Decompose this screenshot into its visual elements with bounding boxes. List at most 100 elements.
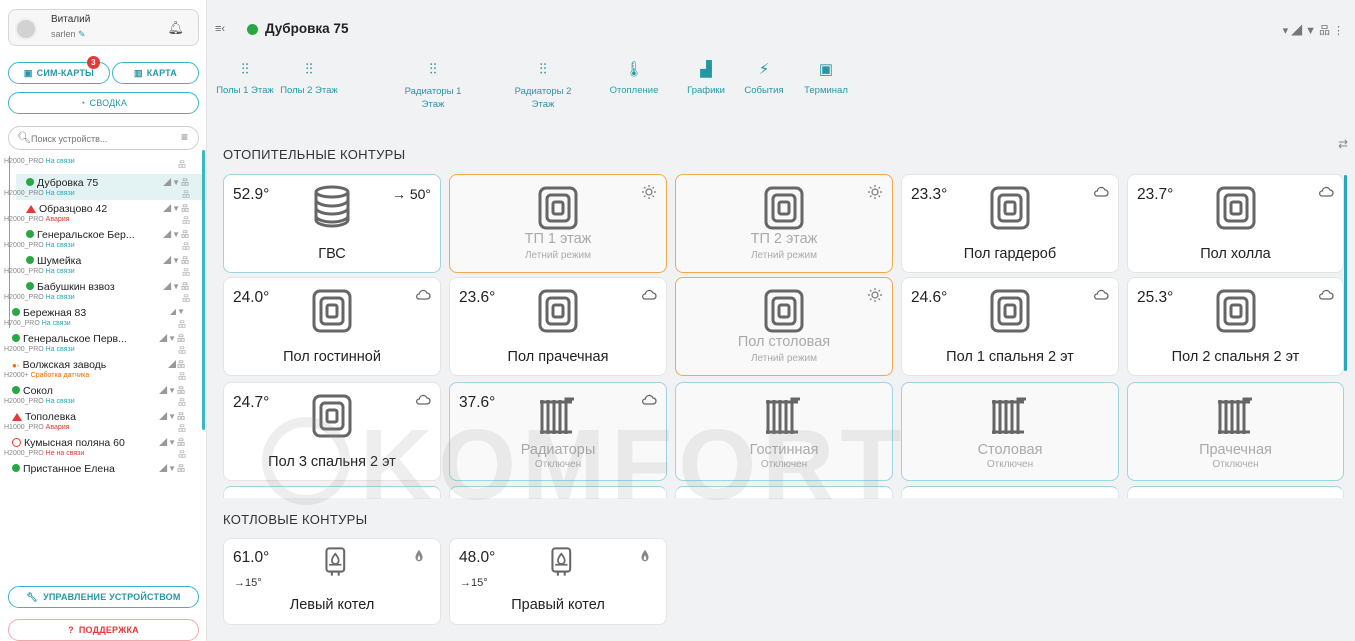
device-item[interactable]: ●◦ Волжская заводь H2000+ Сработка датчик…: [0, 356, 200, 382]
device-item[interactable]: Кумысная поляна 60 H2000_PRO Не на связи…: [0, 434, 200, 460]
water-tank-icon: [310, 184, 354, 232]
circuit-card[interactable]: Прачечная Отключен: [1127, 382, 1344, 481]
support-button[interactable]: ? ПОДДЕРЖКА: [8, 619, 199, 641]
sim-icon: 品: [182, 190, 190, 199]
sim-icon: 品: [178, 160, 186, 169]
circuit-card-tp1[interactable]: ТП 1 этаж Летний режим: [449, 174, 667, 273]
device-item[interactable]: Шумейка H2000_PRO На связи ◢▼品 品: [4, 252, 204, 278]
map-icon: ▥: [133, 67, 143, 78]
search-icon: 🔍︎: [17, 132, 31, 144]
signal-icons: ◢▼品: [163, 256, 190, 265]
circuit-title: ТП 1 этаж: [524, 231, 592, 247]
sliders-icon: ⫶⫶: [429, 61, 437, 78]
online-dot: [12, 464, 20, 472]
search-box[interactable]: 🔍︎ ≡: [8, 126, 199, 150]
signal-icons: ◢▼品: [159, 334, 186, 343]
device-item[interactable]: Генеральское Перв... H2000_PRO На связи …: [0, 330, 200, 356]
avatar: [15, 18, 37, 40]
cloud-icon: [1318, 287, 1334, 303]
circuit-temp: 23.7°: [1137, 186, 1174, 203]
boiler-temp: 48.0°: [459, 549, 496, 566]
circuit-title: ТП 2 этаж: [750, 231, 818, 247]
summary-button[interactable]: ◔ СВОДКА: [8, 92, 199, 114]
circuit-card[interactable]: 24.6° Пол 1 спальня 2 эт: [901, 277, 1119, 376]
circuit-card[interactable]: 23.6° Пол прачечная: [449, 277, 667, 376]
boiler-card-right[interactable]: 48.0° →15° Правый котел: [449, 538, 667, 625]
circuit-temp: 52.9°: [233, 186, 270, 203]
edit-icon: ✎: [78, 29, 86, 39]
tab-floors-1[interactable]: ⫶⫶ Полы 1 Этаж: [215, 60, 275, 96]
search-input[interactable]: [31, 131, 151, 146]
radiator-icon: [762, 392, 806, 440]
sun-icon: [641, 184, 657, 200]
sim-icon: 品: [182, 268, 190, 277]
circuits-scrollbar[interactable]: [1344, 175, 1347, 371]
sliders-icon: ⫶⫶: [241, 61, 249, 78]
circuit-card[interactable]: 23.3° Пол гардероб: [901, 174, 1119, 273]
circuit-card[interactable]: 23.7° Пол холла: [1127, 174, 1344, 273]
card-peek: [223, 486, 441, 498]
cloud-icon: [415, 392, 431, 408]
manage-device-button[interactable]: 🔧︎ УПРАВЛЕНИЕ УСТРОЙСТВОМ: [8, 586, 199, 608]
circuit-card-gvs[interactable]: 52.9° → 50° ГВС: [223, 174, 441, 273]
online-dot: [247, 24, 258, 35]
thermometer-icon: 🌡︎: [624, 61, 644, 78]
map-button[interactable]: ▥ КАРТА: [112, 62, 199, 84]
circuit-status: Летний режим: [750, 353, 817, 364]
tab-radiators-1[interactable]: ⫶⫶ Радиаторы 1 Этаж: [403, 60, 463, 111]
device-item[interactable]: Генеральское Бер... H2000_PRO На связи ◢…: [4, 226, 204, 252]
tab-bar: ⫶⫶ Полы 1 Этаж ⫶⫶ Полы 2 Этаж ⫶⫶ Радиаторы …: [207, 60, 907, 124]
circuit-card[interactable]: 37.6° Радиаторы Отключен: [449, 382, 667, 481]
circuit-temp: 37.6°: [459, 394, 496, 411]
filter-icon[interactable]: ≡: [181, 130, 188, 144]
device-item[interactable]: Бережная 83 H700_PRO На связи ◢▼ 品: [0, 304, 200, 330]
cloud-icon: [641, 392, 657, 408]
signal-icons: ◢▼品: [163, 230, 190, 239]
circuit-card[interactable]: Пол столовая Летний режим: [675, 277, 893, 376]
circuit-card-tp2[interactable]: ТП 2 этаж Летний режим: [675, 174, 893, 273]
terminal-icon: ▣: [818, 61, 834, 78]
signal-icons: ◢▼品: [159, 438, 186, 447]
tab-charts[interactable]: ▟ Графики: [681, 60, 731, 96]
tab-events[interactable]: ⚡︎ События: [737, 60, 791, 96]
signal-icons: ◢▼品: [159, 386, 186, 395]
user-name: Виталий: [51, 14, 91, 25]
sim-icon: 品: [178, 398, 186, 407]
circuit-title: Пол холла: [1200, 246, 1271, 262]
device-item[interactable]: Пристанное Елена ◢▼品: [0, 460, 200, 486]
circuit-target: → 50°: [391, 186, 431, 202]
tab-floors-2[interactable]: ⫶⫶ Полы 2 Этаж: [279, 60, 339, 96]
circuit-title: Радиаторы: [520, 442, 596, 458]
circuit-card[interactable]: 24.0° Пол гостинной: [223, 277, 441, 376]
device-item[interactable]: Тополевка H1000_PRO Авария ◢▼品 品: [0, 408, 200, 434]
tab-terminal[interactable]: ▣ Терминал: [797, 60, 855, 96]
radiator-icon: [536, 392, 580, 440]
sim-cards-button[interactable]: ▣ СИМ-КАРТЫ 3: [8, 56, 110, 84]
device-item[interactable]: Образцово 42 H2000_PRO Авария ◢▼品 品: [4, 200, 204, 226]
circuit-card[interactable]: Столовая Отключен: [901, 382, 1119, 481]
circuit-card[interactable]: 24.7° Пол 3 спальня 2 эт: [223, 382, 441, 481]
chart-icon: ▟: [700, 61, 712, 78]
boiler-card-left[interactable]: 61.0° →15° Левый котел: [223, 538, 441, 625]
boiler-temp: 61.0°: [233, 549, 270, 566]
tab-heating[interactable]: 🌡︎ Отопление: [605, 60, 663, 96]
device-item-dubrovka[interactable]: Дубровка 75 H2000_PRO На связи ◢▼品 品: [4, 174, 204, 200]
floor-heating-icon: [310, 287, 354, 335]
device-item[interactable]: Сокол H2000_PRO На связи ◢▼品 品: [0, 382, 200, 408]
user-panel[interactable]: Виталий sarlen ✎ 🔔︎: [8, 9, 199, 46]
device-item[interactable]: Бабушкин взвоз H2000_PRO На связи ◢▼品 品: [4, 278, 204, 304]
status-icons: ▾◢▼品⋮: [1282, 25, 1347, 37]
bell-icon[interactable]: 🔔︎: [167, 20, 184, 36]
circuit-title: Пол гардероб: [963, 246, 1057, 262]
signal-icons: ◢▼品: [163, 178, 190, 187]
circuit-title: Пол 3 спальня 2 эт: [268, 454, 396, 470]
circuit-title: Пол прачечная: [507, 349, 609, 365]
tab-radiators-2[interactable]: ⫶⫶ Радиаторы 2 Этаж: [513, 60, 573, 111]
collapse-menu-icon[interactable]: ≡‹: [215, 23, 225, 35]
online-dot: [12, 386, 20, 394]
sidebar-scrollbar[interactable]: [202, 150, 205, 430]
card-peek: [901, 486, 1119, 498]
circuit-card[interactable]: Гостинная Отключен: [675, 382, 893, 481]
circuit-card[interactable]: 25.3° Пол 2 спальня 2 эт: [1127, 277, 1344, 376]
settings-icon[interactable]: ⇄: [1338, 137, 1348, 151]
